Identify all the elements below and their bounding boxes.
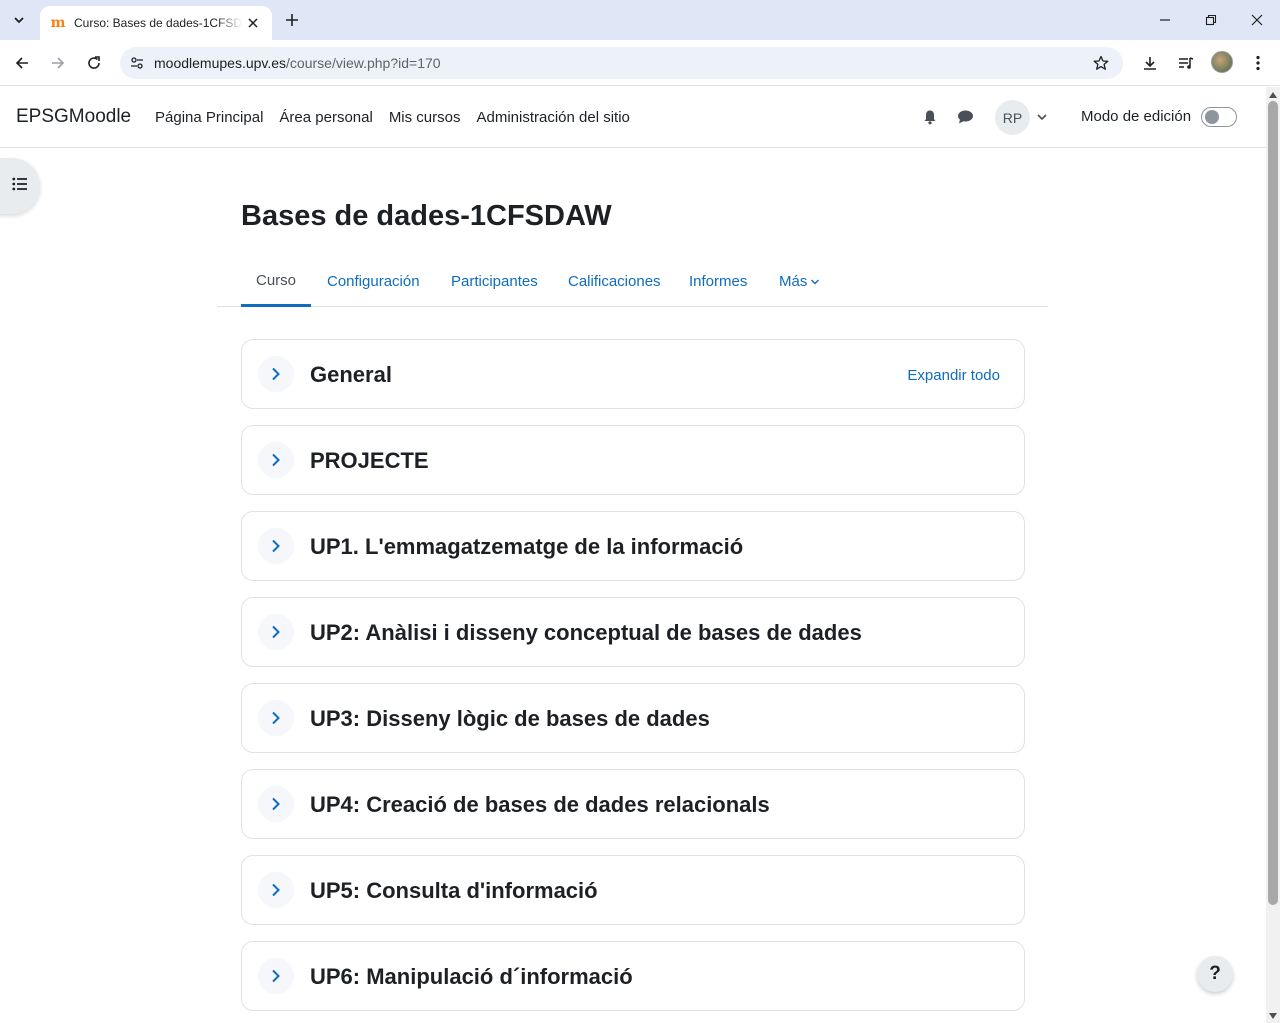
section-collapse-chevron-icon[interactable] <box>258 872 294 908</box>
site-brand[interactable]: EPSGMoodle <box>16 106 131 128</box>
tab-participants[interactable]: Participantes <box>451 256 538 307</box>
section-title[interactable]: PROJECTE <box>310 448 429 474</box>
notifications-bell-icon[interactable] <box>920 107 940 127</box>
reload-icon[interactable] <box>82 51 106 75</box>
tab-grades-label: Calificaciones <box>568 273 661 290</box>
section-collapse-chevron-icon[interactable] <box>258 528 294 564</box>
messages-bubble-icon[interactable] <box>955 107 975 127</box>
edit-mode-label: Modo de edición <box>1081 108 1192 125</box>
tab-course[interactable]: Curso <box>241 256 311 307</box>
scrollbar-thumb[interactable] <box>1268 101 1278 905</box>
chrome-menu-icon[interactable] <box>1246 51 1270 75</box>
user-avatar[interactable]: RP <box>995 100 1030 135</box>
section-title[interactable]: UP3: Disseny lògic de bases de dades <box>310 706 710 732</box>
forward-arrow-icon[interactable] <box>46 51 70 75</box>
address-bar[interactable]: moodlemupes.upv.es/course/view.php?id=17… <box>120 47 1123 79</box>
download-icon[interactable] <box>1138 51 1162 75</box>
tab-participants-label: Participantes <box>451 273 538 290</box>
section-collapse-chevron-icon[interactable] <box>258 786 294 822</box>
user-menu-chevron-down-icon[interactable] <box>1035 108 1049 126</box>
section-collapse-chevron-icon[interactable] <box>258 614 294 650</box>
page-scrollbar[interactable] <box>1266 87 1280 1023</box>
course-section: UP6: Manipulació d´informació <box>241 941 1025 1011</box>
close-window-icon[interactable] <box>1245 8 1269 32</box>
expand-all-link[interactable]: Expandir todo <box>907 367 1000 384</box>
tab-more[interactable]: Más <box>779 256 820 307</box>
url-host: moodlemupes.upv.es <box>154 55 287 71</box>
toggle-knob <box>1205 110 1219 124</box>
section-title[interactable]: UP5: Consulta d'informació <box>310 878 598 904</box>
chevron-down-icon <box>810 278 820 286</box>
section-collapse-chevron-icon[interactable] <box>258 356 294 392</box>
course-section: UP3: Disseny lògic de bases de dades <box>241 683 1025 753</box>
media-controls-icon[interactable] <box>1174 51 1198 75</box>
tab-course-label: Curso <box>255 271 296 289</box>
section-title[interactable]: UP6: Manipulació d´informació <box>310 964 633 990</box>
restore-icon[interactable] <box>1199 8 1223 32</box>
moodle-favicon-icon: m <box>50 15 66 31</box>
section-title[interactable]: UP1. L'emmagatzematge de la informació <box>310 534 743 560</box>
section-title[interactable]: UP4: Creació de bases de dades relaciona… <box>310 792 770 818</box>
bookmark-star-icon[interactable] <box>1091 53 1111 73</box>
edit-mode-toggle[interactable] <box>1201 107 1237 127</box>
tab-more-label: Más <box>779 273 808 290</box>
tab-settings[interactable]: Configuración <box>327 256 420 307</box>
section-collapse-chevron-icon[interactable] <box>258 442 294 478</box>
tab-settings-label: Configuración <box>327 273 420 290</box>
course-section: PROJECTE <box>241 425 1025 495</box>
course-section: UP1. L'emmagatzematge de la informació <box>241 511 1025 581</box>
tab-grades[interactable]: Calificaciones <box>568 256 661 307</box>
course-section: UP4: Creació de bases de dades relaciona… <box>241 769 1025 839</box>
site-info-icon[interactable] <box>120 47 154 79</box>
tab-search-chevron-icon[interactable] <box>6 8 32 32</box>
course-section: UP5: Consulta d'informació <box>241 855 1025 925</box>
moodle-navbar: EPSGMoodle Página Principal Área persona… <box>0 87 1266 148</box>
browser-tabbar: m Curso: Bases de dades-1CFSDAW <box>0 0 1280 40</box>
close-tab-icon[interactable] <box>244 14 262 32</box>
nav-link-dashboard[interactable]: Área personal <box>271 109 380 126</box>
course-section-general: General Expandir todo <box>241 339 1025 409</box>
course-title: Bases de dades-1CFSDAW <box>241 200 612 232</box>
browser-tab-active[interactable]: m Curso: Bases de dades-1CFSDAW <box>40 6 272 40</box>
browser-tab-title: Curso: Bases de dades-1CFSDAW <box>74 16 242 30</box>
tab-reports-label: Informes <box>689 273 748 290</box>
section-collapse-chevron-icon[interactable] <box>258 700 294 736</box>
course-index-drawer-button[interactable] <box>0 158 40 214</box>
nav-link-my-courses[interactable]: Mis cursos <box>381 109 469 126</box>
browser-toolbar: moodlemupes.upv.es/course/view.php?id=17… <box>0 40 1280 86</box>
course-section: UP2: Anàlisi i disseny conceptual de bas… <box>241 597 1025 667</box>
chrome-profile-avatar[interactable] <box>1211 51 1233 73</box>
section-title[interactable]: General <box>310 362 392 388</box>
new-tab-plus-icon[interactable] <box>280 8 304 32</box>
list-icon <box>12 177 28 196</box>
course-secondary-navigation: Curso Configuración Participantes Califi… <box>217 256 1048 307</box>
scroll-down-arrow-icon[interactable] <box>1269 1012 1277 1020</box>
nav-link-site-admin[interactable]: Administración del sitio <box>469 109 638 126</box>
section-title[interactable]: UP2: Anàlisi i disseny conceptual de bas… <box>310 620 862 646</box>
primary-navigation: Página Principal Área personal Mis curso… <box>147 87 638 148</box>
url-path: /course/view.php?id=170 <box>286 55 441 71</box>
section-collapse-chevron-icon[interactable] <box>258 958 294 994</box>
help-button[interactable]: ? <box>1197 956 1233 992</box>
back-arrow-icon[interactable] <box>10 51 34 75</box>
tab-reports[interactable]: Informes <box>689 256 747 307</box>
minimize-icon[interactable] <box>1153 8 1177 32</box>
scroll-up-arrow-icon[interactable] <box>1269 91 1277 99</box>
nav-link-home[interactable]: Página Principal <box>147 109 271 126</box>
url-text: moodlemupes.upv.es/course/view.php?id=17… <box>154 55 441 71</box>
